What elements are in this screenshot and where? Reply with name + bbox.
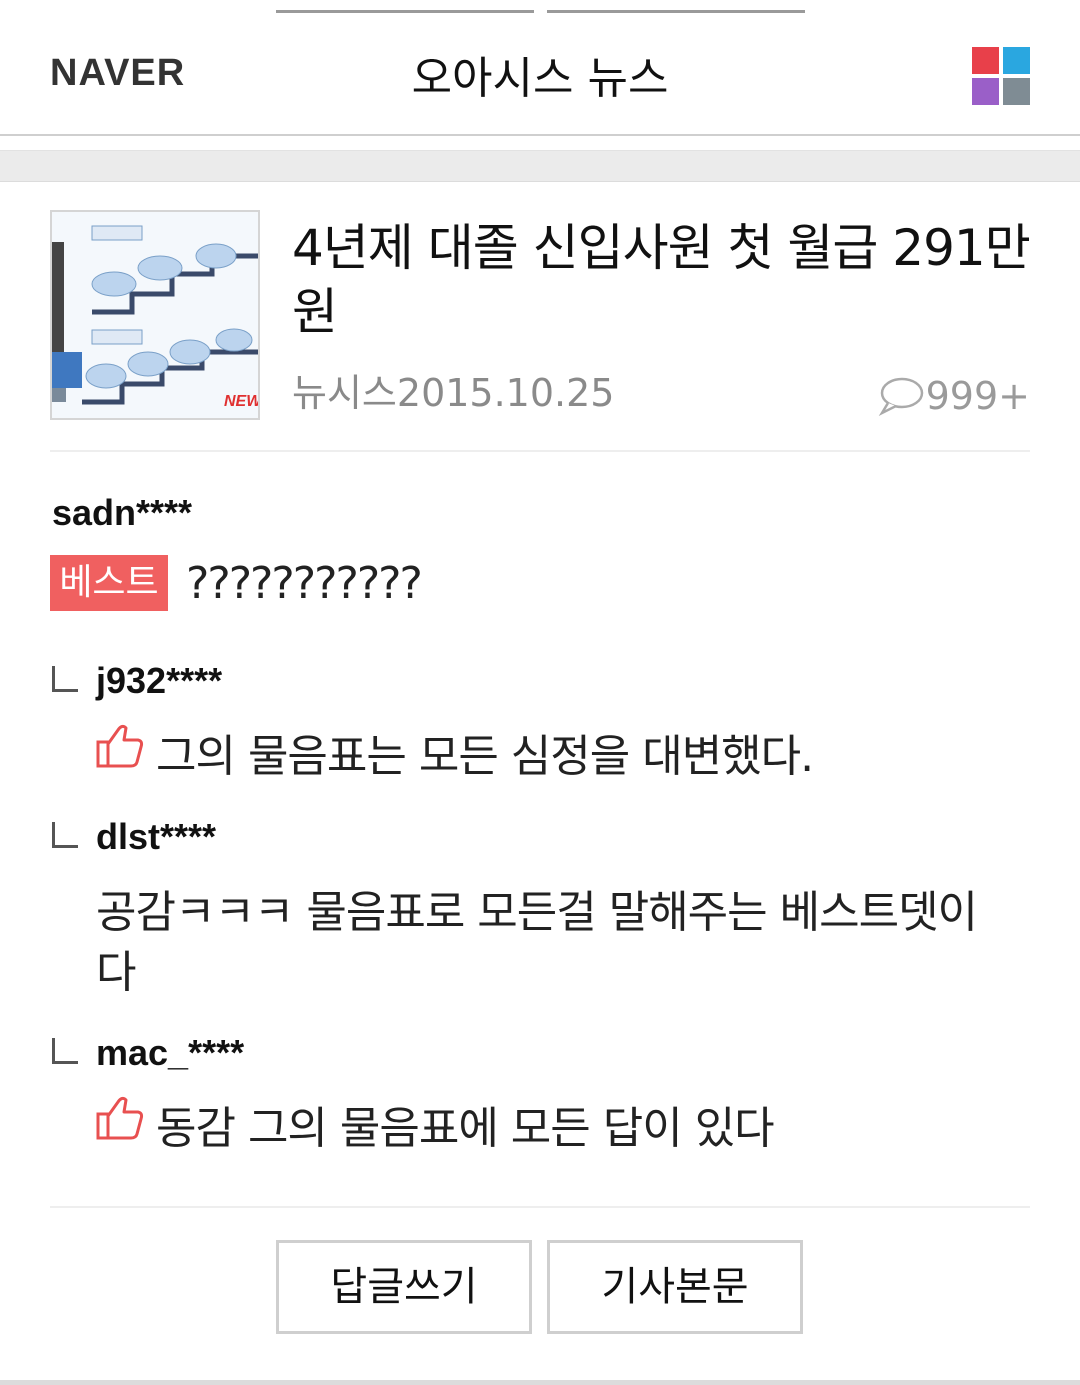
page-title: 오아시스 뉴스 — [411, 53, 669, 104]
comment-username: sadn**** — [52, 492, 193, 533]
best-badge: 베스트 — [50, 555, 168, 611]
grid-tile-purple — [972, 78, 999, 105]
tab-indicator — [547, 10, 805, 13]
best-comment-text: ??????????? — [186, 558, 423, 609]
reply-comment-text: 그의 물음표는 모든 심정을 대변했다. — [156, 731, 814, 782]
article-thumbnail[interactable]: NEW — [50, 210, 260, 420]
app-header: NAVER 오아시스 뉴스 — [0, 14, 1080, 136]
reply-comment-text-cont: 다 — [96, 947, 136, 998]
salary-infographic-image: NEW — [52, 212, 258, 418]
grid-tile-blue — [1003, 47, 1030, 74]
reply-comment-text: 동감 그의 물음표에 모든 답이 있다 — [156, 1103, 775, 1154]
article-title[interactable]: 4년제 대졸 신입사원 첫 월급 291만원 — [292, 216, 1032, 344]
divider — [50, 450, 1030, 452]
section-separator — [0, 150, 1080, 182]
article-date: 2015.10.25 — [396, 371, 615, 415]
comment-count-value: 999+ — [925, 374, 1030, 418]
reply-username: j932**** — [96, 660, 223, 701]
speech-bubble-icon — [878, 377, 923, 416]
article-source: 뉴시스 — [292, 371, 397, 415]
bottom-border — [0, 1380, 1080, 1385]
reply-indicator-icon — [52, 1038, 78, 1064]
reply-username: dlst**** — [96, 816, 217, 857]
divider — [50, 1206, 1030, 1208]
article-meta: 뉴시스2015.10.25 — [292, 362, 614, 417]
reply-comment-text: 공감ㅋㅋㅋ 물음표로 모든걸 말해주는 베스트뎃이 — [96, 887, 978, 938]
reply-username: mac_**** — [96, 1032, 245, 1073]
comment-count[interactable]: 999+ — [878, 374, 1030, 418]
reply-indicator-icon — [52, 822, 78, 848]
reply-indicator-icon — [52, 666, 78, 692]
write-reply-button[interactable]: 답글쓰기 — [276, 1240, 532, 1334]
thumbs-up-icon[interactable] — [96, 1094, 144, 1142]
app-grid-icon[interactable] — [972, 47, 1030, 105]
grid-tile-red — [972, 47, 999, 74]
grid-tile-gray — [1003, 78, 1030, 105]
top-tab-indicators — [0, 0, 1080, 14]
article-card[interactable]: NEW 4년제 대졸 신입사원 첫 월급 291만원 뉴시스2015.10.25… — [50, 210, 1032, 450]
tab-indicator — [276, 10, 534, 13]
svg-text:NEW: NEW — [224, 393, 258, 410]
thumbs-up-icon[interactable] — [96, 722, 144, 770]
view-article-button[interactable]: 기사본문 — [547, 1240, 803, 1334]
